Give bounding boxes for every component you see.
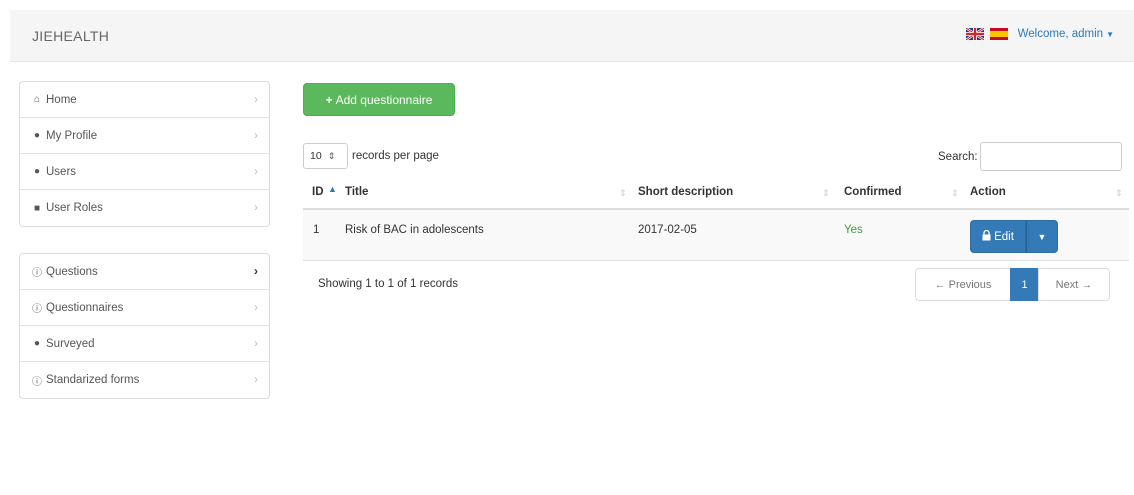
caret-down-icon: ▼: [1106, 30, 1114, 39]
records-per-page-label: records per page: [352, 150, 439, 162]
next-page-button[interactable]: Next →: [1038, 268, 1110, 301]
sidebar-item-label: Users: [46, 165, 77, 178]
cell-confirmed: Yes: [844, 224, 863, 236]
sidebar-item-home[interactable]: ⌂ Home ›: [20, 82, 269, 118]
chevron-right-icon: ›: [254, 164, 258, 178]
plus-icon: +: [325, 92, 333, 107]
column-header-action[interactable]: Action: [970, 186, 1006, 198]
edit-dropdown-toggle[interactable]: ▼: [1026, 220, 1058, 253]
add-questionnaire-button[interactable]: + Add questionnaire: [303, 83, 455, 116]
cell-title: Risk of BAC in adolescents: [345, 224, 484, 236]
chevron-right-icon: ›: [254, 372, 258, 386]
lock-icon: ■: [33, 202, 41, 214]
sidebar-item-label: Home: [46, 93, 77, 106]
table-header: ID ▲ Title ⇕ Short description ⇕ Confirm…: [303, 178, 1129, 210]
users-icon: ●: [33, 166, 41, 177]
sidebar-item-users[interactable]: ● Users ›: [20, 154, 269, 190]
chevron-right-icon: ›: [254, 128, 258, 142]
column-header-title[interactable]: Title: [345, 186, 368, 198]
chevron-right-icon: ›: [254, 300, 258, 314]
sidebar-item-label: My Profile: [46, 129, 98, 142]
sidebar-item-my-profile[interactable]: ● My Profile ›: [20, 118, 269, 154]
question-circle-icon: ⓘ: [32, 304, 42, 315]
home-icon: ⌂: [33, 94, 41, 105]
brand-title[interactable]: JIEHEALTH: [32, 28, 109, 44]
add-questionnaire-label: Add questionnaire: [335, 92, 433, 107]
sort-icon: ⇕: [822, 188, 830, 198]
sidebar-item-label: User Roles: [46, 202, 103, 214]
sidebar-item-questionnaires[interactable]: ⓘ Questionnaires ›: [20, 290, 269, 326]
chevron-right-icon: ›: [254, 92, 258, 106]
sort-icon: ⇕: [951, 188, 959, 198]
sort-icon: ⇕: [619, 188, 627, 198]
caret-down-icon: ▼: [1037, 231, 1047, 242]
sidebar-menu-questionnaires: ⓘ Questions › ⓘ Questionnaires › ● Surve…: [19, 253, 270, 399]
edit-button-group: Edit ▼: [970, 220, 1058, 253]
sort-asc-icon: ▲: [328, 184, 337, 194]
cell-id: 1: [313, 224, 320, 236]
column-header-short-description[interactable]: Short description: [638, 186, 733, 198]
search-input[interactable]: [979, 142, 1122, 171]
table-search: Search:: [938, 142, 1122, 171]
select-arrows-icon: ⇕: [327, 150, 336, 161]
sidebar-item-questions[interactable]: ⓘ Questions ›: [20, 254, 269, 290]
page-size-select[interactable]: 10 ⇕: [303, 143, 348, 169]
uk-flag-icon[interactable]: [964, 27, 985, 41]
navbar-right: Welcome, admin ▼: [964, 27, 1114, 41]
previous-page-button[interactable]: ← Previous: [915, 268, 1011, 301]
edit-button[interactable]: Edit: [970, 220, 1026, 253]
chevron-right-icon: ›: [254, 336, 258, 350]
chevron-right-icon: ›: [254, 264, 258, 278]
pagination: ← Previous 1 Next →: [915, 268, 1110, 301]
chevron-right-icon: ›: [254, 200, 258, 214]
column-header-id[interactable]: ID: [312, 186, 324, 198]
table-info: Showing 1 to 1 of 1 records: [318, 278, 458, 290]
sidebar-item-surveyed[interactable]: ● Surveyed ›: [20, 326, 269, 362]
search-label: Search:: [938, 150, 978, 163]
sidebar-item-label: Surveyed: [46, 337, 95, 350]
sidebar-menu-main: ⌂ Home › ● My Profile › ● Users › ■ User…: [19, 81, 270, 227]
sidebar-item-user-roles[interactable]: ■ User Roles ›: [20, 190, 269, 226]
question-circle-icon: ⓘ: [32, 268, 42, 279]
welcome-label: Welcome, admin: [1017, 28, 1104, 40]
sort-icon: ⇕: [1115, 188, 1123, 198]
top-navbar: JIEHEALTH Welcome, admin ▼: [10, 10, 1134, 62]
sidebar-item-standarized-forms[interactable]: ⓘ Standarized forms ›: [20, 362, 269, 398]
question-circle-icon: ⓘ: [32, 376, 42, 388]
users-icon: ●: [33, 338, 41, 349]
records-per-page-control: 10 ⇕ records per page: [303, 143, 439, 169]
user-icon: ●: [33, 130, 41, 141]
column-header-confirmed[interactable]: Confirmed: [844, 186, 902, 198]
page-1-button[interactable]: 1: [1010, 268, 1039, 301]
cell-short-description: 2017-02-05: [638, 224, 697, 236]
edit-label: Edit: [994, 230, 1014, 243]
page-size-value: 10: [310, 150, 322, 162]
sidebar-item-label: Questionnaires: [46, 301, 124, 314]
sidebar-item-label: Questions: [46, 265, 98, 278]
spain-flag-icon[interactable]: [989, 28, 1008, 40]
lock-icon: [982, 229, 991, 244]
table-row: 1 Risk of BAC in adolescents 2017-02-05 …: [303, 210, 1129, 261]
welcome-user-menu[interactable]: Welcome, admin ▼: [1018, 28, 1114, 40]
sidebar-item-label: Standarized forms: [46, 374, 140, 386]
